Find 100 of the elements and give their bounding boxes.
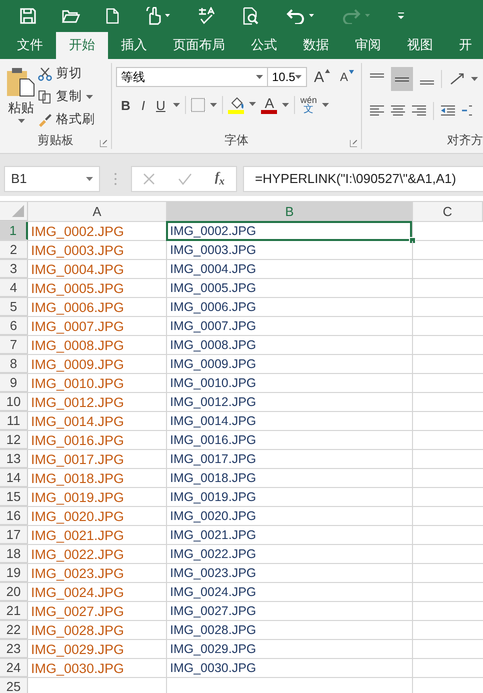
row-header[interactable]: 4 bbox=[0, 279, 28, 297]
fill-handle[interactable] bbox=[409, 237, 416, 244]
row-header[interactable]: 21 bbox=[0, 602, 28, 620]
caret-icon[interactable] bbox=[322, 103, 329, 107]
hyperlink-cell[interactable]: IMG_0009.JPG bbox=[167, 355, 412, 373]
formula-field[interactable]: =HYPERLINK("I:\090527\"&A1,A1) bbox=[243, 166, 483, 192]
row-header[interactable]: 2 bbox=[0, 241, 28, 259]
bold-button[interactable]: B bbox=[118, 98, 134, 112]
hyperlink-cell[interactable]: IMG_0003.JPG bbox=[167, 241, 412, 259]
row-header[interactable]: 8 bbox=[0, 355, 28, 373]
hyperlink-cell[interactable]: IMG_0010.JPG bbox=[167, 374, 412, 392]
ribbon-tab[interactable]: 数据 bbox=[290, 32, 342, 59]
row-header[interactable]: 22 bbox=[0, 621, 28, 639]
hyperlink-cell[interactable]: IMG_0020.JPG bbox=[167, 507, 412, 525]
row-header[interactable]: 25 bbox=[0, 678, 28, 693]
row-header[interactable]: 14 bbox=[0, 469, 28, 487]
increase-indent-icon[interactable] bbox=[462, 105, 472, 117]
hyperlink-cell[interactable]: IMG_0021.JPG bbox=[167, 526, 412, 544]
row-header[interactable]: 12 bbox=[0, 431, 28, 449]
row-header[interactable]: 19 bbox=[0, 564, 28, 582]
hyperlink-cell[interactable]: IMG_0004.JPG bbox=[167, 260, 412, 278]
row-header[interactable]: 7 bbox=[0, 336, 28, 354]
row-header[interactable]: 15 bbox=[0, 488, 28, 506]
dialog-launcher-icon[interactable] bbox=[350, 140, 357, 147]
column-header[interactable]: B bbox=[167, 202, 413, 221]
align-left-icon[interactable] bbox=[370, 105, 384, 117]
phonetic-guide-button[interactable]: wén 文 bbox=[300, 95, 317, 115]
hyperlink-cell[interactable]: IMG_0008.JPG bbox=[167, 336, 412, 354]
ribbon-tab[interactable]: 插入 bbox=[108, 32, 160, 59]
caret-icon[interactable] bbox=[173, 103, 180, 107]
row-header[interactable]: 3 bbox=[0, 260, 28, 278]
ribbon-tab[interactable]: 视图 bbox=[394, 32, 446, 59]
hyperlink-cell[interactable]: IMG_0006.JPG bbox=[167, 298, 412, 316]
hyperlink-cell[interactable]: IMG_0012.JPG bbox=[167, 393, 412, 411]
enter-check-icon[interactable] bbox=[178, 172, 192, 184]
row-header[interactable]: 6 bbox=[0, 317, 28, 335]
ribbon-tab[interactable]: 开 bbox=[446, 32, 483, 59]
italic-button[interactable]: I bbox=[138, 98, 148, 112]
row-header[interactable]: 11 bbox=[0, 412, 28, 430]
row-header[interactable]: 9 bbox=[0, 374, 28, 392]
format-painter-button[interactable]: 格式刷 bbox=[38, 109, 95, 130]
row-header[interactable]: 5 bbox=[0, 298, 28, 316]
font-color-button[interactable]: A bbox=[261, 96, 278, 114]
hyperlink-cell[interactable]: IMG_0002.JPG bbox=[166, 221, 412, 241]
hyperlink-cell[interactable]: IMG_0030.JPG bbox=[167, 659, 412, 677]
row-header[interactable]: 16 bbox=[0, 507, 28, 525]
hyperlink-cell[interactable]: IMG_0029.JPG bbox=[167, 640, 412, 658]
print-preview-icon[interactable] bbox=[243, 7, 259, 25]
hyperlink-cell[interactable]: IMG_0014.JPG bbox=[167, 412, 412, 430]
orientation-icon[interactable] bbox=[449, 72, 479, 86]
borders-icon[interactable] bbox=[191, 98, 218, 112]
hyperlink-cell[interactable]: IMG_0024.JPG bbox=[167, 583, 412, 601]
hyperlink-cell[interactable]: IMG_0022.JPG bbox=[167, 545, 412, 563]
save-icon[interactable] bbox=[20, 8, 36, 24]
hyperlink-cell[interactable]: IMG_0007.JPG bbox=[167, 317, 412, 335]
undo-icon[interactable] bbox=[285, 8, 315, 24]
touch-hand-icon[interactable] bbox=[145, 7, 171, 25]
row-header[interactable]: 17 bbox=[0, 526, 28, 544]
folder-icon[interactable] bbox=[62, 9, 80, 23]
hyperlink-cell[interactable]: IMG_0023.JPG bbox=[167, 564, 412, 582]
row-header[interactable]: 20 bbox=[0, 583, 28, 601]
paste-button[interactable]: 粘贴 bbox=[4, 63, 38, 131]
shrink-font-button[interactable]: A bbox=[336, 70, 357, 84]
caret-icon bbox=[18, 119, 24, 123]
name-box[interactable]: B1 bbox=[4, 166, 100, 192]
row-header[interactable]: 13 bbox=[0, 450, 28, 468]
ribbon-tab[interactable]: 公式 bbox=[238, 32, 290, 59]
dialog-launcher-icon[interactable] bbox=[100, 140, 107, 147]
align-right-icon[interactable] bbox=[412, 105, 426, 117]
font-name-field[interactable]: 等线 bbox=[116, 67, 268, 87]
ribbon-tab[interactable]: 文件 bbox=[4, 32, 56, 59]
hyperlink-cell[interactable]: IMG_0027.JPG bbox=[167, 602, 412, 620]
hyperlink-cell[interactable]: IMG_0028.JPG bbox=[167, 621, 412, 639]
hyperlink-cell[interactable]: IMG_0017.JPG bbox=[167, 450, 412, 468]
hyperlink-cell[interactable]: IMG_0018.JPG bbox=[167, 469, 412, 487]
ribbon-tab[interactable]: 开始 bbox=[56, 32, 108, 59]
font-size-field[interactable]: 10.5 bbox=[266, 67, 307, 87]
new-document-icon[interactable] bbox=[106, 8, 119, 24]
insert-function-button[interactable]: f$_{x}$ bbox=[214, 169, 225, 188]
customize-toolbar-icon[interactable] bbox=[397, 12, 405, 20]
row-header[interactable]: 23 bbox=[0, 640, 28, 658]
spell-check-icon[interactable] bbox=[197, 7, 217, 25]
column-header[interactable]: C bbox=[413, 202, 483, 221]
hyperlink-cell[interactable]: IMG_0016.JPG bbox=[167, 431, 412, 449]
hyperlink-cell[interactable]: IMG_0005.JPG bbox=[167, 279, 412, 297]
row-header[interactable]: 1 bbox=[0, 222, 28, 240]
grow-font-button[interactable]: A bbox=[310, 68, 333, 86]
underline-button[interactable]: U bbox=[153, 98, 168, 112]
cut-button[interactable]: 剪切 bbox=[38, 63, 95, 84]
copy-button[interactable]: 复制 bbox=[38, 86, 95, 107]
hyperlink-cell[interactable]: IMG_0019.JPG bbox=[167, 488, 412, 506]
fill-color-icon[interactable] bbox=[228, 96, 256, 114]
caret-icon[interactable] bbox=[282, 103, 290, 107]
decrease-indent-icon[interactable] bbox=[441, 105, 455, 117]
row-header[interactable]: 18 bbox=[0, 545, 28, 563]
ribbon-tab[interactable]: 审阅 bbox=[342, 32, 394, 59]
row-header[interactable]: 24 bbox=[0, 659, 28, 677]
ribbon-tab[interactable]: 页面布局 bbox=[160, 32, 238, 59]
row-header[interactable]: 10 bbox=[0, 393, 28, 411]
align-center-icon[interactable] bbox=[391, 105, 405, 117]
